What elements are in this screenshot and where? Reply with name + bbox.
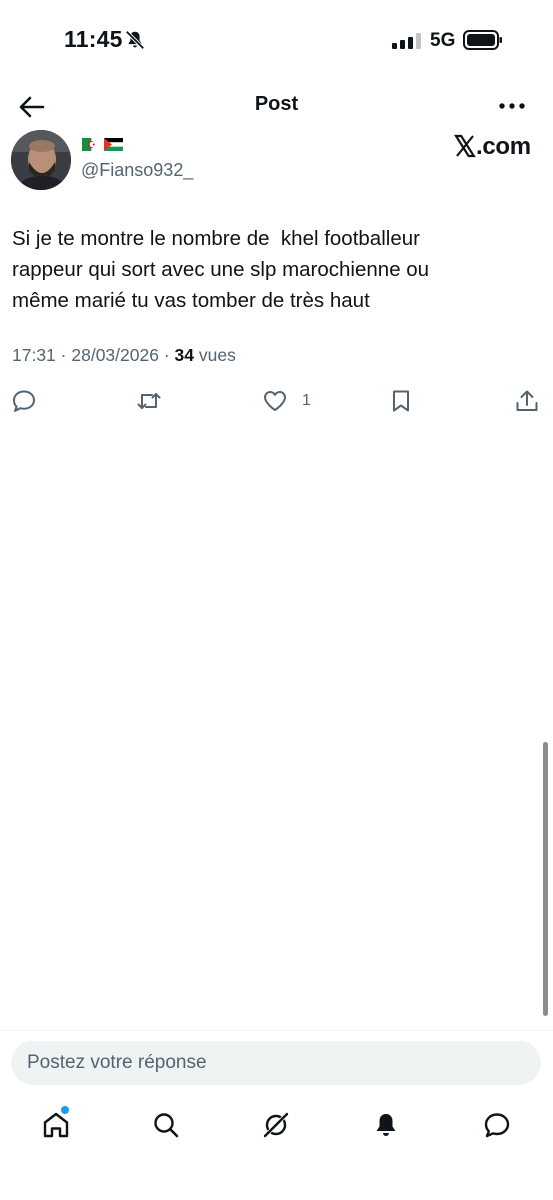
palestine-flag-icon [104,138,123,151]
search-icon [154,1113,179,1138]
reply-placeholder: Postez votre réponse [27,1052,207,1073]
brand-domain: .com [476,133,531,160]
messages-icon [484,1113,510,1138]
status-time: 11:45 [64,26,123,52]
meta-separator: · [163,345,170,365]
share-button[interactable] [514,387,540,415]
notification-dot [61,1106,69,1114]
nav-search[interactable] [151,1110,181,1140]
tweet-time[interactable]: 17:31 [12,345,56,365]
tweet-line: rappeur qui sort avec une slp marochienn… [12,258,430,281]
reply-input[interactable]: Postez votre réponse [11,1041,541,1085]
flag-emojis [82,138,124,152]
reply-icon [13,390,35,412]
author-handle[interactable]: @Fianso932_ [81,160,193,181]
meta-separator: · [60,345,67,365]
views-label: vues [198,345,236,365]
bookmark-icon [393,390,409,412]
tweet-date[interactable]: 28/03/2026 [71,345,159,365]
tweet-meta: 17:31 · 28/03/2026 · 34 vues [12,345,236,366]
reply-button[interactable] [11,387,37,415]
like-button[interactable]: 1 [262,387,311,415]
nav-home[interactable] [41,1110,71,1140]
tweet-line: Si je te montre le nombre de khel footba… [12,227,420,250]
views-count: 34 [174,345,195,365]
network-type: 5G [430,30,456,51]
tweet-line: même marié tu vas tomber de très haut [12,289,370,312]
x-logo-icon [454,134,476,158]
bell-slash-icon [125,30,145,50]
share-icon [516,390,538,411]
heart-icon [264,391,286,411]
home-icon [43,1112,69,1138]
nav-notifications[interactable] [371,1110,401,1140]
more-options-icon[interactable] [498,94,526,118]
algeria-flag-icon [82,138,101,151]
grok-icon [263,1112,289,1138]
nav-messages[interactable] [482,1110,512,1140]
like-count: 1 [302,392,311,409]
cellular-signal-icon [392,33,421,49]
repost-button[interactable] [136,387,162,415]
repost-icon [137,393,161,409]
scrollbar[interactable] [543,742,548,1016]
nav-grok[interactable] [261,1110,291,1140]
avatar[interactable] [11,130,71,190]
page-title: Post [254,93,299,115]
tweet-text: Si je te montre le nombre de khel footba… [12,223,542,316]
divider [0,1030,553,1031]
bell-icon [376,1114,396,1136]
bookmark-button[interactable] [388,387,414,415]
battery-icon [463,30,502,50]
x-com-watermark: .com [454,133,531,161]
